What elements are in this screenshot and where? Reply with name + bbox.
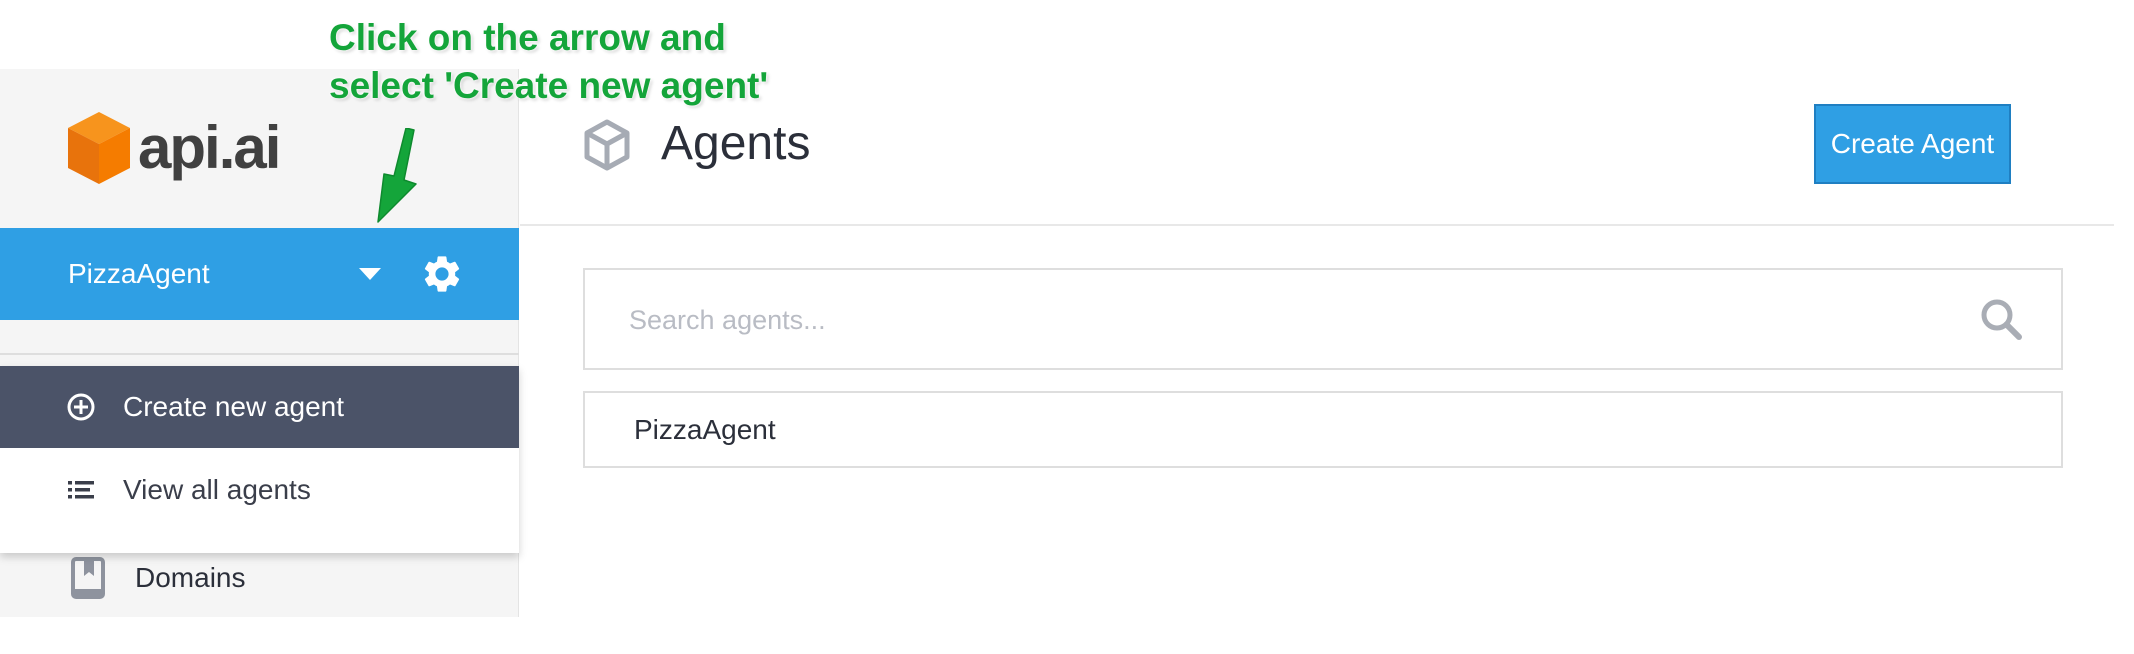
menu-item-create-new-agent[interactable]: Create new agent [0, 366, 519, 448]
annotation-arrow-icon [377, 128, 417, 223]
search-input[interactable] [627, 290, 1931, 350]
plus-circle-icon [67, 393, 95, 421]
search-icon[interactable] [1978, 296, 2024, 342]
sidebar: api.ai PizzaAgent Domains Create new age… [0, 69, 519, 617]
current-agent-name: PizzaAgent [68, 258, 210, 289]
create-agent-button[interactable]: Create Agent [1814, 104, 2011, 184]
page-title: Agents [661, 117, 811, 170]
annotation-callout: Click on the arrow and select 'Create ne… [329, 14, 849, 110]
annotation-line-2: select 'Create new agent' [329, 65, 769, 106]
agent-selector[interactable]: PizzaAgent [0, 228, 519, 320]
agent-dropdown-menu: Create new agent View all agents [0, 366, 519, 553]
menu-item-view-all-agents[interactable]: View all agents [0, 448, 519, 532]
menu-item-label: View all agents [123, 474, 311, 505]
book-icon [71, 557, 105, 599]
cube-icon [584, 119, 630, 171]
search-box [583, 268, 2063, 370]
list-item-agent[interactable]: PizzaAgent [583, 391, 2063, 468]
list-icon [68, 481, 94, 499]
annotation-line-1: Click on the arrow and [329, 17, 726, 58]
api-ai-cube-icon [68, 112, 130, 184]
logo-text: api.ai [138, 114, 281, 181]
logo[interactable]: api.ai [66, 110, 281, 186]
menu-item-label: Create new agent [123, 391, 345, 422]
sidebar-item-label: Domains [135, 562, 246, 593]
gear-icon[interactable] [420, 252, 464, 296]
agent-name: PizzaAgent [634, 413, 776, 445]
page: api.ai PizzaAgent Domains Create new age… [0, 0, 2134, 654]
chevron-down-icon[interactable] [359, 268, 381, 280]
sidebar-divider [0, 353, 519, 355]
